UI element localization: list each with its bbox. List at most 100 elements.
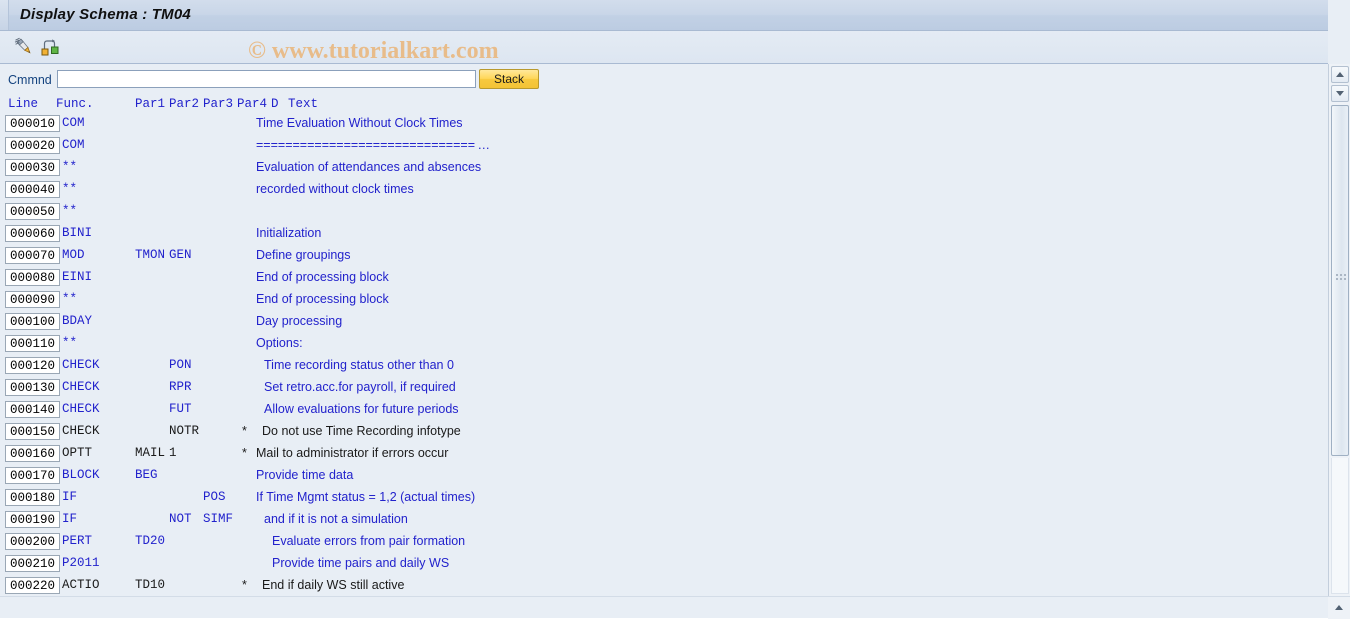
table-row[interactable]: 000100 BDAY Day processing [0,311,1311,333]
cell-func[interactable]: ** [62,204,77,218]
cell-text: End if daily WS still active [262,578,405,592]
table-row[interactable]: 000050 ** [0,201,1311,223]
vertical-scrollbar[interactable] [1328,64,1350,596]
cell-func[interactable]: ** [62,336,77,350]
table-row[interactable]: 000160 OPTT MAIL 1 * Mail to administrator if… [0,443,1311,465]
cell-func[interactable]: CHECK [62,380,100,394]
cell-func[interactable]: IF [62,512,77,526]
line-number-field[interactable]: 000200 [5,533,60,550]
table-row[interactable]: 000140 CHECK FUT Allow evaluations for futu… [0,399,1311,421]
line-number-field[interactable]: 000160 [5,445,60,462]
table-row[interactable]: 000010 COM Time Evaluation Without Clock T… [0,113,1311,135]
table-row[interactable]: 000200 PERT TD20 Evaluate errors from pair … [0,531,1311,553]
line-number-field[interactable]: 000140 [5,401,60,418]
table-row[interactable]: 000130 CHECK RPR Set retro.acc.for payroll,… [0,377,1311,399]
line-number-field[interactable]: 000220 [5,577,60,594]
table-row[interactable]: 000150 CHECK NOTR * Do not use Time Recordin… [0,421,1311,443]
cell-p2[interactable]: RPR [169,380,192,394]
line-number-field[interactable]: 000180 [5,489,60,506]
cell-func[interactable]: COM [62,138,85,152]
cell-p2[interactable]: 1 [169,446,177,460]
cell-func[interactable]: BINI [62,226,92,240]
cell-p2[interactable]: NOT [169,512,192,526]
cell-func[interactable]: PERT [62,534,92,548]
cell-func[interactable]: BLOCK [62,468,100,482]
scroll-down-arrow-icon[interactable] [1331,85,1349,102]
line-number-field[interactable]: 000170 [5,467,60,484]
table-row[interactable]: 000090 ** End of processing block [0,289,1311,311]
table-row[interactable]: 000080 EINI End of processing block [0,267,1311,289]
cell-p1[interactable]: MAIL [135,446,165,460]
line-number-field[interactable]: 000080 [5,269,60,286]
cell-func[interactable]: COM [62,116,85,130]
cell-p3[interactable]: SIMF [203,512,233,526]
cell-p2[interactable]: GEN [169,248,192,262]
line-number-field[interactable]: 000030 [5,159,60,176]
line-number-field[interactable]: 000060 [5,225,60,242]
line-number-field[interactable]: 000120 [5,357,60,374]
line-number-field[interactable]: 000090 [5,291,60,308]
cell-func[interactable]: ACTIO [62,578,100,592]
cell-p2[interactable]: PON [169,358,192,372]
cell-p2[interactable]: FUT [169,402,192,416]
cell-p1[interactable]: BEG [135,468,158,482]
table-row[interactable]: 000030 ** Evaluation of attendances and ab… [0,157,1311,179]
cell-func[interactable]: MOD [62,248,85,262]
column-header-d: D [271,97,279,111]
command-input[interactable] [57,70,476,88]
line-number-field[interactable]: 000150 [5,423,60,440]
horizontal-scrollbar[interactable] [0,596,1350,619]
table-row[interactable]: 000070 MOD TMON GEN Define groupings [0,245,1311,267]
cell-func[interactable]: P2011 [62,556,100,570]
scroll-corner-arrow-icon[interactable] [1328,597,1350,619]
table-row[interactable]: 000020 COM ============================== … [0,135,1311,157]
cell-d[interactable]: * [242,578,247,592]
line-number-field[interactable]: 000040 [5,181,60,198]
cell-func[interactable]: IF [62,490,77,504]
cell-text: Initialization [256,226,322,240]
line-number-field[interactable]: 000190 [5,511,60,528]
line-number-field[interactable]: 000010 [5,115,60,132]
table-row[interactable]: 000170 BLOCK BEG Provide time data [0,465,1311,487]
table-row[interactable]: 000210 P2011 Provide time pairs and daily … [0,553,1311,575]
cell-p1[interactable]: TMON [135,248,165,262]
table-row[interactable]: 000120 CHECK PON Time recording status othe… [0,355,1311,377]
cell-func[interactable]: OPTT [62,446,92,460]
line-number-field[interactable]: 000100 [5,313,60,330]
cell-d[interactable]: * [242,446,247,460]
line-number-field[interactable]: 000020 [5,137,60,154]
cell-text: recorded without clock times [256,182,414,196]
cell-p3[interactable]: POS [203,490,226,504]
line-number-field[interactable]: 000210 [5,555,60,572]
cell-func[interactable]: CHECK [62,402,100,416]
scroll-up-arrow-icon[interactable] [1331,66,1349,83]
table-row[interactable]: 000060 BINI Initialization [0,223,1311,245]
line-number-field[interactable]: 000050 [5,203,60,220]
table-row[interactable]: 000220 ACTIO TD10 * End if daily WS still ac… [0,575,1311,594]
line-number-field[interactable]: 000130 [5,379,60,396]
table-row[interactable]: 000180 IF POS If Time Mgmt status = 1,2 (ac… [0,487,1311,509]
cell-p2[interactable]: NOTR [169,424,199,438]
cell-func[interactable]: BDAY [62,314,92,328]
line-number-field[interactable]: 000070 [5,247,60,264]
cell-text: Evaluate errors from pair formation [272,534,466,548]
cell-func[interactable]: ** [62,160,77,174]
hierarchy-icon[interactable] [38,35,62,59]
cell-func[interactable]: CHECK [62,358,100,372]
table-row[interactable]: 000190 IF NOT SIMF and if it is not a simula… [0,509,1311,531]
cell-func[interactable]: ** [62,182,77,196]
vertical-scrollbar-thumb[interactable] [1331,105,1349,456]
cell-p1[interactable]: TD10 [135,578,165,592]
line-number-field[interactable]: 000110 [5,335,60,352]
table-row[interactable]: 000110 ** Options: [0,333,1311,355]
cell-func[interactable]: EINI [62,270,92,284]
cell-func[interactable]: ** [62,292,77,306]
edit-schema-icon[interactable] [12,35,36,59]
table-row[interactable]: 000040 ** recorded without clock times [0,179,1311,201]
vertical-scrollbar-track[interactable] [1331,458,1349,594]
cell-d[interactable]: * [242,424,247,438]
cell-func[interactable]: CHECK [62,424,100,438]
cell-text: Mail to administrator if errors occur [256,446,449,460]
cell-p1[interactable]: TD20 [135,534,165,548]
stack-button[interactable]: Stack [479,69,539,89]
